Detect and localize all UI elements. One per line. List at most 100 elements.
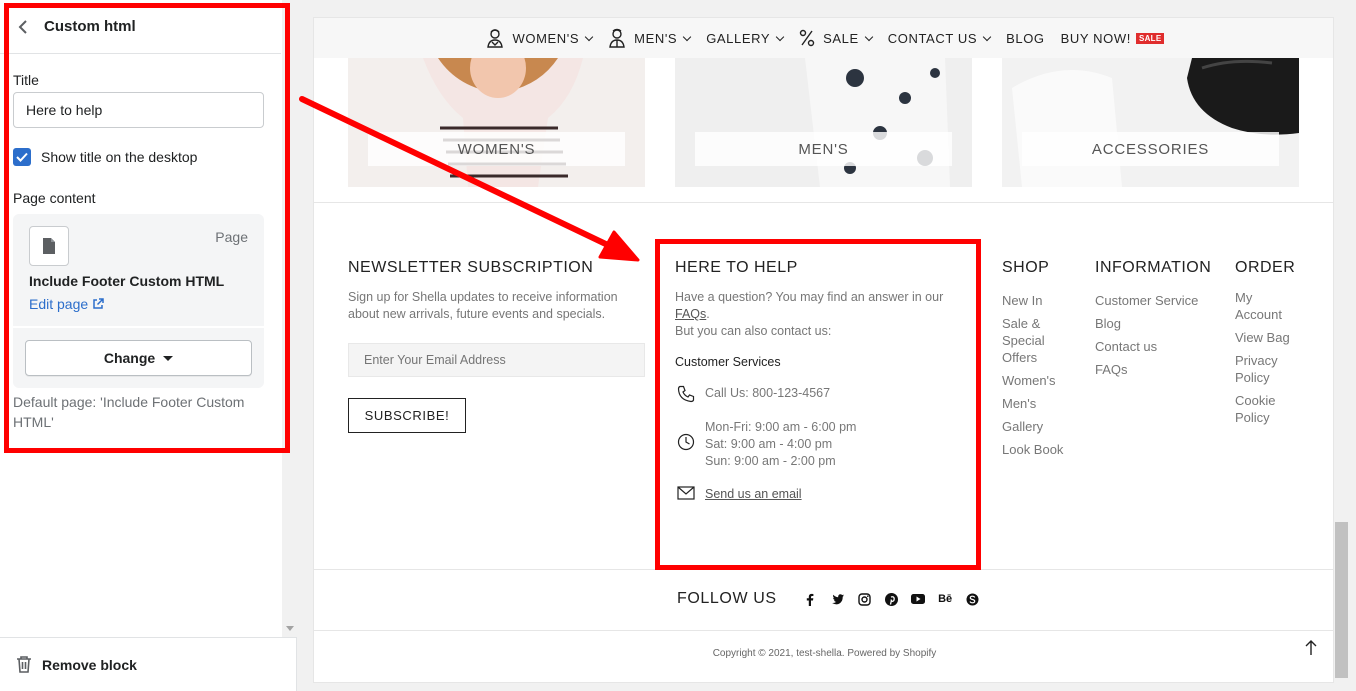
page-name: Include Footer Custom HTML [29, 273, 225, 289]
change-page-button[interactable]: Change [25, 340, 252, 376]
edit-page-label: Edit page [29, 296, 89, 312]
back-to-top-button[interactable] [1305, 640, 1317, 661]
nav-item-womens[interactable]: WOMEN'S [485, 28, 594, 48]
help-intro-1: Have a question? You may find an answer … [675, 290, 944, 304]
checkmark-icon [16, 152, 28, 162]
help-hours: Mon-Fri: 9:00 am - 6:00 pm Sat: 9:00 am … [705, 419, 856, 470]
panel-title: Custom html [44, 18, 136, 35]
pinterest-icon[interactable] [878, 589, 905, 609]
sale-badge: SALE [1135, 32, 1165, 44]
category-label: WOMEN'S [368, 132, 625, 166]
copyright-text: Copyright © 2021, test-shella. Powered b… [712, 648, 937, 659]
scrollbar-thumb[interactable] [1335, 522, 1348, 678]
nav-item-contact[interactable]: CONTACT US [887, 30, 992, 46]
information-title: INFORMATION [1095, 259, 1212, 276]
nav-item-mens[interactable]: MEN'S [608, 28, 692, 48]
scroll-down-arrow-icon[interactable] [286, 626, 294, 631]
twitter-icon[interactable] [824, 589, 851, 609]
youtube-icon[interactable] [905, 589, 932, 609]
customer-services-label: Customer Services [675, 355, 781, 369]
nav-item-buy-now[interactable]: BUY NOW! SALE [1061, 31, 1165, 46]
nav-label: CONTACT US [887, 30, 978, 46]
edit-page-link[interactable]: Edit page [29, 296, 104, 312]
order-link[interactable]: Cookie Policy [1235, 392, 1299, 426]
mail-icon [675, 486, 697, 500]
nav-item-gallery[interactable]: GALLERY [706, 31, 785, 46]
main-nav: WOMEN'S MEN'S GALLERY SALE CONTACT US BL… [314, 18, 1333, 58]
subscribe-button[interactable]: SUBSCRIBE! [348, 398, 466, 433]
trash-icon [17, 656, 31, 673]
panel-header: Custom html [0, 0, 281, 54]
category-tile-accessories[interactable]: ACCESSORIES [1002, 58, 1299, 187]
percent-icon [799, 29, 815, 47]
accessories-photo [1002, 58, 1299, 187]
remove-block-button[interactable]: Remove block [0, 637, 297, 691]
back-button[interactable] [10, 14, 36, 40]
shop-link[interactable]: New In [1002, 292, 1072, 309]
chevron-down-icon [584, 32, 594, 41]
information-link[interactable]: Blog [1095, 315, 1215, 332]
default-page-text: Default page: 'Include Footer Custom HTM… [13, 394, 245, 430]
chevron-down-icon [864, 32, 874, 41]
information-link[interactable]: Customer Service [1095, 292, 1215, 309]
caret-down-icon [163, 355, 174, 361]
send-email-link[interactable]: Send us an email [705, 486, 802, 503]
external-link-icon [93, 298, 104, 309]
show-title-row[interactable]: Show title on the desktop [13, 148, 197, 166]
shop-link[interactable]: Gallery [1002, 418, 1072, 435]
nav-item-blog[interactable]: BLOG [1006, 31, 1045, 46]
nav-label: MEN'S [634, 30, 678, 46]
shop-link[interactable]: Men's [1002, 395, 1072, 412]
order-title: ORDER [1235, 259, 1296, 276]
preview-scrollbar[interactable] [1334, 17, 1349, 683]
copyright-divider [314, 630, 1333, 631]
hours-line: Sat: 9:00 am - 4:00 pm [705, 437, 833, 451]
skype-icon[interactable] [959, 589, 986, 609]
newsletter-text: Sign up for Shella updates to receive in… [348, 290, 618, 321]
order-link[interactable]: Privacy Policy [1235, 352, 1299, 386]
facebook-icon[interactable] [797, 589, 824, 609]
category-tile-womens[interactable]: WOMEN'S [348, 58, 645, 187]
mens-photo [675, 58, 972, 187]
category-tile-mens[interactable]: MEN'S [675, 58, 972, 187]
category-label: MEN'S [695, 132, 952, 166]
show-title-checkbox[interactable] [13, 148, 31, 166]
faq-link[interactable]: FAQs [675, 307, 706, 321]
help-phone-row: Call Us: 800-123-4567 [675, 385, 830, 403]
instagram-icon[interactable] [851, 589, 878, 609]
chevron-down-icon [982, 32, 992, 41]
information-link[interactable]: FAQs [1095, 361, 1215, 378]
information-links: Customer Service Blog Contact us FAQs [1095, 292, 1215, 384]
womens-photo [348, 58, 645, 187]
order-link[interactable]: My Account [1235, 289, 1299, 323]
order-links: My Account View Bag Privacy Policy Cooki… [1235, 289, 1299, 432]
shop-links: New In Sale & Special Offers Women's Men… [1002, 292, 1072, 464]
title-input[interactable] [13, 92, 264, 128]
help-hours-row: Mon-Fri: 9:00 am - 6:00 pm Sat: 9:00 am … [675, 419, 856, 470]
page-content-label: Page content [13, 190, 96, 206]
shop-link[interactable]: Women's [1002, 372, 1072, 389]
help-intro: Have a question? You may find an answer … [675, 290, 944, 338]
arrow-up-icon [1305, 640, 1317, 655]
woman-icon [485, 28, 505, 48]
chevron-down-icon [682, 32, 692, 41]
nav-item-sale[interactable]: SALE [799, 29, 874, 47]
show-title-label: Show title on the desktop [41, 149, 198, 165]
panel-scrollbar[interactable] [282, 0, 297, 637]
category-label: ACCESSORIES [1022, 132, 1279, 166]
help-title: HERE TO HELP [675, 259, 798, 276]
man-icon [608, 28, 626, 48]
footer-divider [314, 569, 1333, 570]
newsletter-title: NEWSLETTER SUBSCRIPTION [348, 259, 594, 276]
document-icon [29, 226, 69, 266]
shop-link[interactable]: Sale & Special Offers [1002, 315, 1072, 366]
shop-link[interactable]: Look Book [1002, 441, 1072, 458]
chevron-left-icon [18, 19, 27, 34]
section-divider [314, 202, 1333, 203]
information-link[interactable]: Contact us [1095, 338, 1215, 355]
order-link[interactable]: View Bag [1235, 329, 1299, 346]
behance-icon[interactable]: Bē [932, 589, 959, 609]
nav-label: WOMEN'S [512, 30, 580, 46]
newsletter-email-input[interactable] [348, 343, 645, 377]
nav-label: BLOG [1006, 30, 1045, 46]
